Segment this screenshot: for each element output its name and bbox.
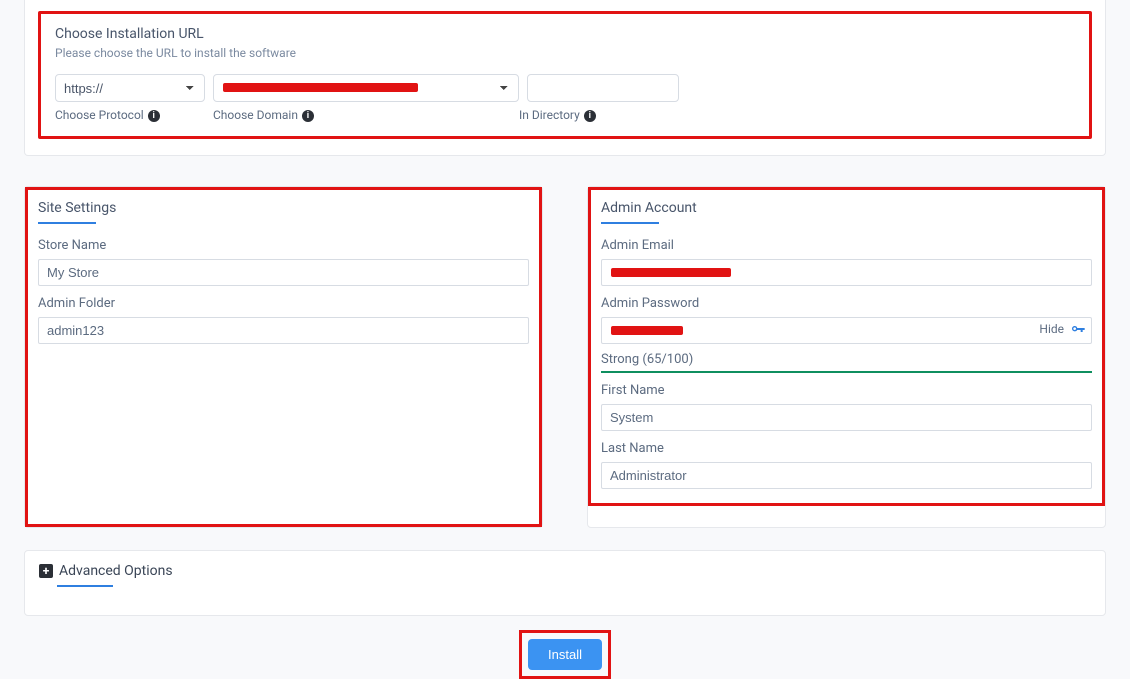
- admin-email-label: Admin Email: [601, 238, 1092, 253]
- protocol-select[interactable]: https://: [55, 74, 205, 102]
- admin-password-label: Admin Password: [601, 296, 1092, 311]
- info-icon[interactable]: i: [302, 110, 314, 122]
- last-name-label: Last Name: [601, 441, 1092, 456]
- protocol-label: Choose Protocoli: [55, 108, 213, 122]
- plus-icon: +: [39, 564, 53, 578]
- directory-label: In Directoryi: [519, 108, 671, 122]
- admin-folder-label: Admin Folder: [38, 296, 529, 311]
- site-settings-title: Site Settings: [38, 200, 529, 216]
- password-strength-text: Strong (65/100): [601, 352, 1092, 367]
- admin-account-title: Admin Account: [601, 200, 1092, 216]
- install-highlight: Install: [519, 630, 611, 679]
- key-icon[interactable]: [1070, 322, 1086, 338]
- domain-redaction: [223, 83, 418, 92]
- directory-input[interactable]: [527, 74, 679, 102]
- store-name-input[interactable]: [38, 259, 529, 286]
- install-url-title: Choose Installation URL: [55, 26, 1075, 42]
- install-url-highlight: Choose Installation URL Please choose th…: [38, 11, 1092, 139]
- install-url-card: Choose Installation URL Please choose th…: [24, 0, 1106, 156]
- first-name-label: First Name: [601, 383, 1092, 398]
- install-button[interactable]: Install: [528, 639, 602, 670]
- admin-account-card: Admin Account Admin Email Admin Password…: [587, 186, 1106, 528]
- admin-folder-input[interactable]: [38, 317, 529, 344]
- domain-label: Choose Domaini: [213, 108, 519, 122]
- title-underline: [57, 585, 113, 587]
- password-strength-bar: [601, 371, 1092, 373]
- info-icon[interactable]: i: [584, 110, 596, 122]
- site-settings-card: Site Settings Store Name Admin Folder: [24, 186, 543, 528]
- advanced-options-label: Advanced Options: [59, 563, 173, 579]
- advanced-options-card: + Advanced Options: [24, 550, 1106, 616]
- advanced-options-toggle[interactable]: + Advanced Options: [39, 563, 1091, 579]
- title-underline: [38, 222, 96, 224]
- first-name-input[interactable]: [601, 404, 1092, 431]
- email-redaction: [611, 268, 731, 277]
- store-name-label: Store Name: [38, 238, 529, 253]
- password-redaction: [611, 326, 683, 335]
- info-icon[interactable]: i: [148, 110, 160, 122]
- last-name-input[interactable]: [601, 462, 1092, 489]
- title-underline: [601, 222, 659, 224]
- install-url-subtitle: Please choose the URL to install the sof…: [55, 46, 1075, 60]
- password-hide-toggle[interactable]: Hide: [1039, 322, 1064, 336]
